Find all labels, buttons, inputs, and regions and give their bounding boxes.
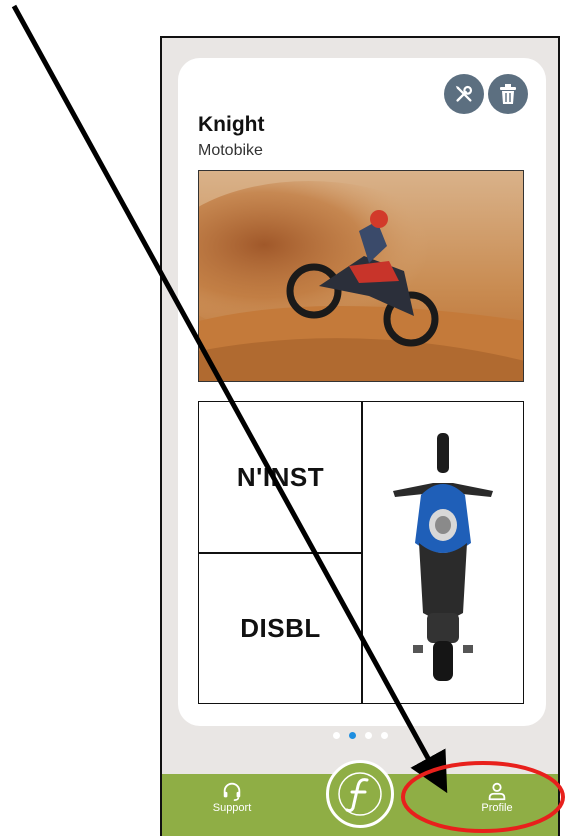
f-logo-icon: [338, 772, 382, 816]
person-icon: [488, 782, 506, 801]
wrench-screwdriver-icon: [455, 85, 473, 102]
status-grid: N'INST DISBL: [198, 401, 524, 704]
trash-icon: [500, 84, 516, 104]
phone-screen: Knight Motobike N'INST DISBL Support Pro…: [160, 36, 560, 836]
page-dot[interactable]: [364, 732, 372, 739]
headset-icon: [223, 782, 241, 801]
page-dot-active[interactable]: [348, 732, 356, 739]
tab-support[interactable]: Support: [187, 780, 277, 814]
page-indicator[interactable]: [162, 732, 558, 739]
bottom-tab-bar: Support Profile: [162, 760, 558, 836]
vehicle-card[interactable]: Knight Motobike N'INST DISBL: [178, 58, 546, 726]
page-dot[interactable]: [380, 732, 388, 739]
vehicle-type: Motobike: [198, 142, 263, 159]
tab-support-label: Support: [212, 802, 252, 814]
motorbike-top-view-graphic: [393, 432, 493, 681]
motorbike-desert-image: [199, 171, 523, 381]
edit-vehicle-button[interactable]: [444, 74, 484, 114]
install-status-label: N'INST: [236, 461, 325, 492]
brand-home-button[interactable]: [326, 760, 394, 828]
delete-vehicle-button[interactable]: [488, 74, 528, 114]
tab-profile-label: Profile: [481, 802, 513, 814]
motorbike-top-view-image: [363, 402, 523, 703]
tab-profile[interactable]: Profile: [452, 780, 542, 814]
vehicle-photo: [198, 170, 524, 382]
enable-status-label: DISBL: [240, 612, 321, 643]
page-dot[interactable]: [332, 732, 340, 739]
vehicle-name: Knight: [198, 113, 265, 136]
